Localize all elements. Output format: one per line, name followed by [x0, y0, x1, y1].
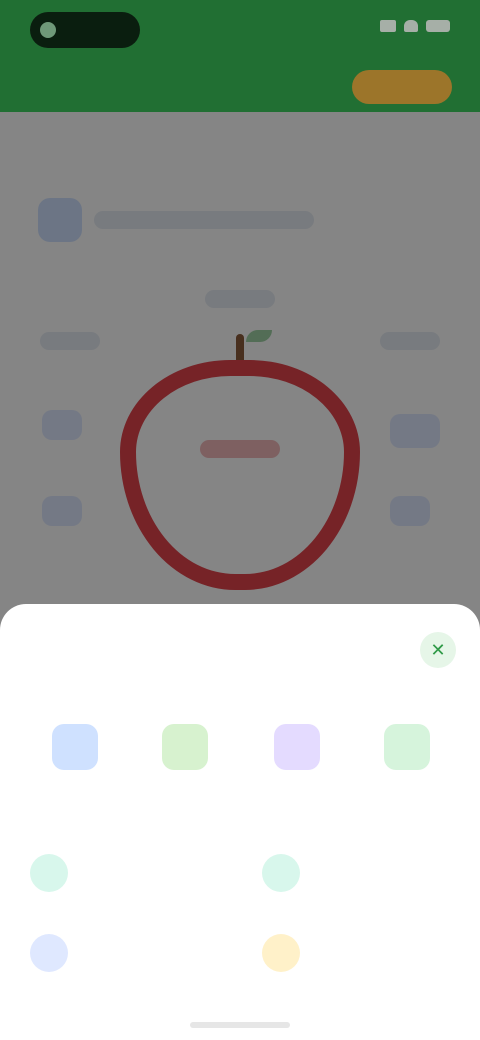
scrim-header: [0, 0, 480, 112]
action-item-2[interactable]: [262, 848, 472, 898]
home-indicator: [190, 1022, 290, 1028]
action-icon-4: [262, 934, 300, 972]
share-icon-4: [384, 724, 430, 770]
share-icon-2: [162, 724, 208, 770]
action-item-1[interactable]: [30, 848, 240, 898]
share-item-2[interactable]: [122, 714, 242, 834]
action-icon-2: [262, 854, 300, 892]
action-item-4[interactable]: [262, 928, 472, 978]
share-icon-3: [274, 724, 320, 770]
action-icon-3: [30, 934, 68, 972]
app-screen: [0, 0, 480, 640]
share-icon-1: [52, 724, 98, 770]
close-icon[interactable]: ✕: [420, 632, 456, 668]
action-item-3[interactable]: [30, 928, 240, 978]
scrim[interactable]: [0, 112, 480, 640]
share-item-1[interactable]: [12, 714, 132, 834]
share-item-3[interactable]: [234, 714, 354, 834]
share-targets: [0, 714, 480, 834]
share-item-4[interactable]: [344, 714, 464, 834]
share-sheet: ✕: [0, 604, 480, 1040]
action-icon-1: [30, 854, 68, 892]
